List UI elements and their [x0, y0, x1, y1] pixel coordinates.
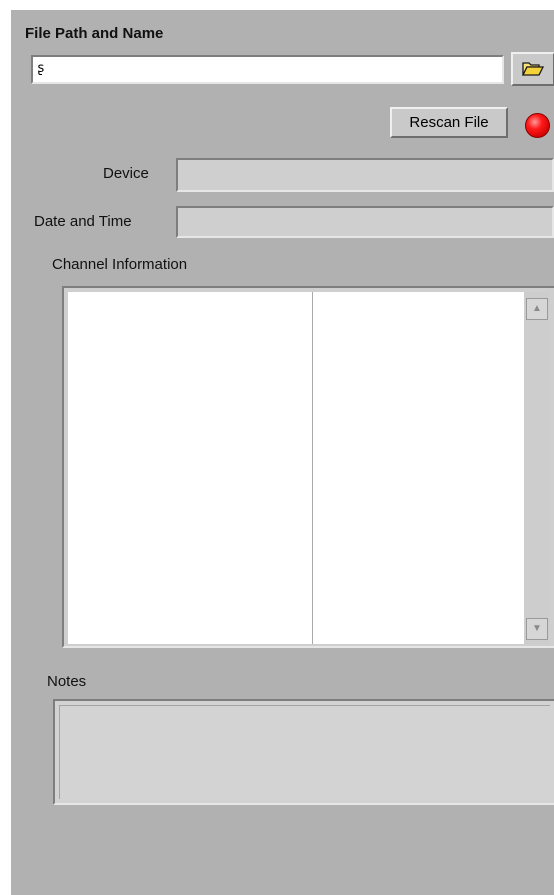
channel-information-label: Channel Information — [52, 256, 188, 273]
file-path-input[interactable]: ʂ — [31, 55, 504, 84]
channel-list-area[interactable] — [68, 292, 524, 644]
front-panel: File Path and Name ʂ Rescan File Device … — [11, 10, 554, 895]
date-time-field — [176, 206, 554, 238]
notes-label: Notes — [47, 673, 87, 690]
date-time-label: Date and Time — [34, 213, 132, 230]
vertical-scrollbar[interactable]: ▲ ▼ — [524, 292, 550, 644]
scroll-down-arrow-icon[interactable]: ▼ — [526, 618, 548, 640]
scroll-up-arrow-icon[interactable]: ▲ — [526, 298, 548, 320]
column-divider[interactable] — [312, 292, 313, 644]
device-field — [176, 158, 554, 192]
device-label: Device — [103, 165, 149, 182]
channel-information-listbox[interactable]: ▲ ▼ — [62, 286, 554, 648]
notes-text-area[interactable] — [59, 705, 550, 799]
rescan-file-button[interactable]: Rescan File — [390, 107, 508, 138]
folder-open-icon — [522, 62, 544, 76]
browse-button[interactable] — [511, 52, 554, 86]
path-type-icon: ʂ — [37, 61, 45, 76]
file-path-label: File Path and Name — [25, 25, 164, 42]
status-led-indicator — [525, 113, 550, 138]
notes-field[interactable] — [53, 699, 554, 805]
